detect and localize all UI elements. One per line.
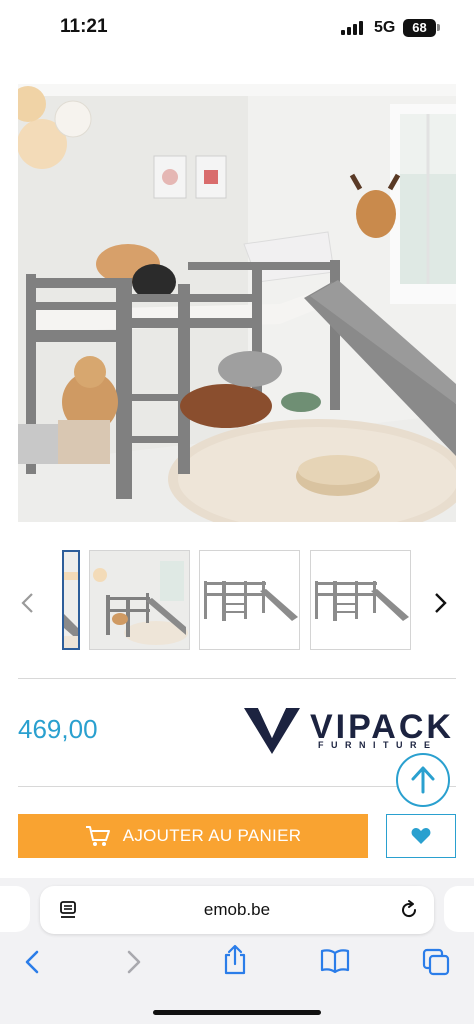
status-bar: 11:21 5G 68 bbox=[0, 0, 474, 56]
wishlist-button[interactable] bbox=[386, 814, 456, 858]
thumbnail-1[interactable] bbox=[62, 550, 80, 650]
divider bbox=[18, 678, 456, 679]
bookmarks-icon[interactable] bbox=[320, 948, 350, 974]
divider bbox=[18, 786, 456, 787]
forward-icon[interactable] bbox=[124, 948, 144, 976]
add-to-cart-button[interactable]: AJOUTER AU PANIER bbox=[18, 814, 368, 858]
thumbnail-4[interactable] bbox=[310, 550, 411, 650]
heart-icon bbox=[411, 828, 431, 844]
battery-tip bbox=[437, 24, 440, 31]
thumbnail-carousel bbox=[0, 540, 474, 660]
scroll-top-button[interactable] bbox=[396, 753, 450, 807]
loft-bed-illustration bbox=[18, 84, 456, 522]
product-price: 469,00 bbox=[18, 714, 98, 744]
reload-icon[interactable] bbox=[398, 899, 420, 921]
share-icon[interactable] bbox=[222, 944, 248, 976]
cart-icon bbox=[85, 826, 110, 846]
product-main-image[interactable] bbox=[18, 84, 456, 522]
bed-room-photo-thumb bbox=[90, 551, 189, 649]
thumbnail-2[interactable] bbox=[89, 550, 190, 650]
next-tab-preview[interactable] bbox=[444, 886, 474, 932]
address-bar[interactable]: emob.be bbox=[40, 886, 434, 934]
signal-icon bbox=[341, 21, 367, 35]
thumbnail-3[interactable] bbox=[199, 550, 300, 650]
brand-subtitle: FURNITURE bbox=[318, 740, 438, 750]
bed-side-view-thumb bbox=[200, 551, 299, 649]
previous-tab-preview[interactable] bbox=[0, 886, 30, 932]
bed-side-view-thumb bbox=[311, 551, 410, 649]
chevron-left-icon[interactable] bbox=[20, 592, 34, 620]
browser-chrome: emob.be bbox=[0, 878, 474, 1024]
arrow-up-icon bbox=[411, 766, 435, 794]
add-to-cart-label: AJOUTER AU PANIER bbox=[122, 826, 302, 845]
chevron-right-icon[interactable] bbox=[434, 592, 448, 620]
vipack-logo-icon bbox=[244, 708, 300, 754]
status-time: 11:21 bbox=[60, 16, 108, 37]
tabs-icon[interactable] bbox=[422, 948, 450, 976]
bed-photo-cropped-thumb bbox=[64, 552, 78, 648]
home-indicator bbox=[153, 1010, 321, 1015]
brand-logo: VIPACK FURNITURE bbox=[244, 706, 460, 756]
battery-icon: 68 bbox=[403, 19, 436, 37]
url-text: emob.be bbox=[203, 900, 271, 919]
network-type: 5G bbox=[374, 19, 396, 36]
back-icon[interactable] bbox=[22, 948, 42, 976]
